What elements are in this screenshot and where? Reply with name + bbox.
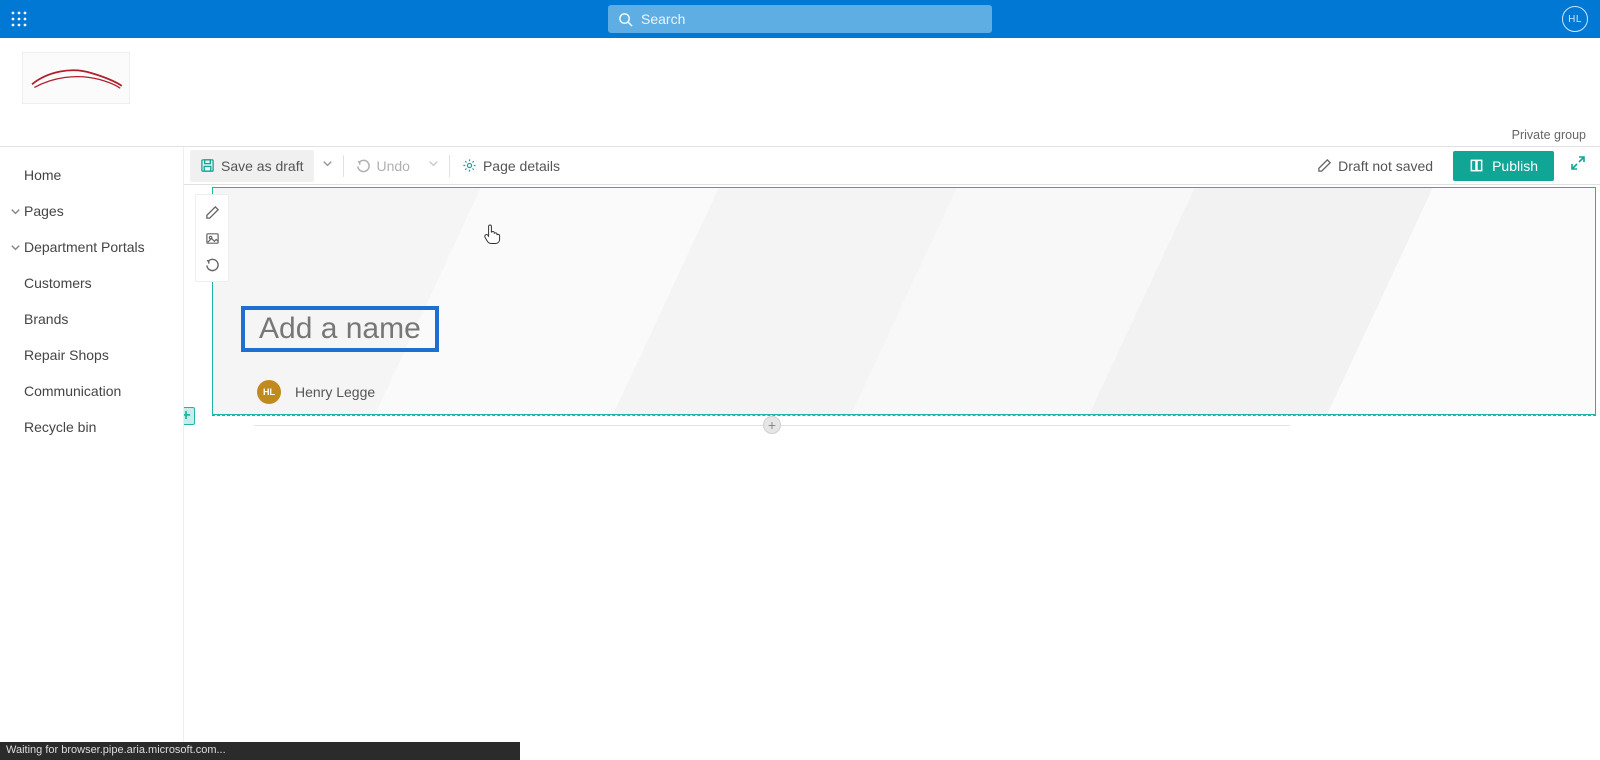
nav-item-pages[interactable]: Pages [0,193,183,229]
save-as-draft-button[interactable]: Save as draft [190,150,314,182]
undo-dropdown[interactable] [420,156,447,176]
nav-item-repair-shops[interactable]: Repair Shops [0,337,183,373]
gear-icon [462,158,477,173]
title-area-webpart[interactable]: Add a name HL Henry Legge [212,187,1596,415]
browser-status-bar: Waiting for browser.pipe.aria.microsoft.… [0,742,520,760]
chevron-down-icon [320,156,335,171]
save-dropdown[interactable] [314,156,341,176]
add-webpart-button[interactable]: + [763,416,781,434]
command-bar: Save as draft Undo Page details Draft [184,147,1600,185]
nav-label: Pages [24,203,64,219]
site-logo[interactable] [22,52,130,104]
author-name: Henry Legge [295,384,375,400]
undo-icon [356,158,371,173]
expand-icon [1570,155,1586,171]
search-icon [618,12,633,27]
left-nav: Home Pages Department Portals Customers … [0,147,184,760]
expand-button[interactable] [1562,155,1594,176]
search-box[interactable] [608,5,992,33]
nav-label: Department Portals [24,239,145,255]
nav-item-department-portals[interactable]: Department Portals [0,229,183,265]
nav-item-brands[interactable]: Brands [0,301,183,337]
edit-webpart-button[interactable] [197,199,227,225]
page-details-button[interactable]: Page details [452,150,570,182]
undo-button[interactable]: Undo [346,150,420,182]
publish-button[interactable]: Publish [1453,151,1554,181]
plus-icon: + [184,407,191,425]
search-input[interactable] [641,11,982,27]
nav-item-home[interactable]: Home [0,157,183,193]
chevron-down-icon [6,204,24,219]
account-avatar-initials: HL [1568,14,1582,25]
account-avatar[interactable]: HL [1562,6,1588,32]
app-launcher-button[interactable] [0,0,38,38]
webpart-edit-rail [195,194,229,282]
page-canvas: Add a name HL Henry Legge + + [184,185,1600,760]
publish-icon [1469,158,1484,173]
chevron-down-icon [6,240,24,255]
separator [449,155,450,177]
cmd-label: Publish [1492,158,1538,174]
site-logo-image [28,62,123,94]
undo-icon [205,257,220,272]
cmd-label: Undo [377,158,410,174]
nav-item-communication[interactable]: Communication [0,373,183,409]
nav-item-recycle-bin[interactable]: Recycle bin [0,409,183,445]
main-area: Home Pages Department Portals Customers … [0,146,1600,760]
image-icon [205,231,220,246]
suite-bar: HL [0,0,1600,38]
reset-button[interactable] [197,251,227,277]
waffle-icon [11,11,27,27]
content-pane: Save as draft Undo Page details Draft [184,147,1600,760]
draft-status-label: Draft not saved [1338,158,1433,174]
nav-label: Repair Shops [24,347,109,363]
author-avatar-initials: HL [263,387,275,397]
webpart-insert-line: + [254,425,1290,426]
pencil-icon [1317,158,1332,173]
nav-label: Communication [24,383,121,399]
draft-status: Draft not saved [1305,158,1445,174]
nav-item-customers[interactable]: Customers [0,265,183,301]
cursor-icon [483,223,501,245]
plus-icon: + [768,417,776,433]
nav-label: Customers [24,275,92,291]
group-privacy-label: Private group [1512,128,1586,142]
cmd-label: Page details [483,158,560,174]
page-title-placeholder: Add a name [259,312,421,345]
nav-label: Brands [24,311,68,327]
add-section-button[interactable]: + [184,407,195,425]
author-chip[interactable]: HL Henry Legge [257,380,375,404]
nav-label: Home [24,167,61,183]
site-header: Private group [0,38,1600,146]
author-avatar: HL [257,380,281,404]
save-icon [200,158,215,173]
page-title-input[interactable]: Add a name [241,306,439,352]
pencil-icon [205,205,220,220]
status-text: Waiting for browser.pipe.aria.microsoft.… [6,744,226,756]
nav-label: Recycle bin [24,419,96,435]
change-image-button[interactable] [197,225,227,251]
cmd-label: Save as draft [221,158,304,174]
separator [343,155,344,177]
section-divider: + [212,415,1596,431]
chevron-down-icon [426,156,441,171]
